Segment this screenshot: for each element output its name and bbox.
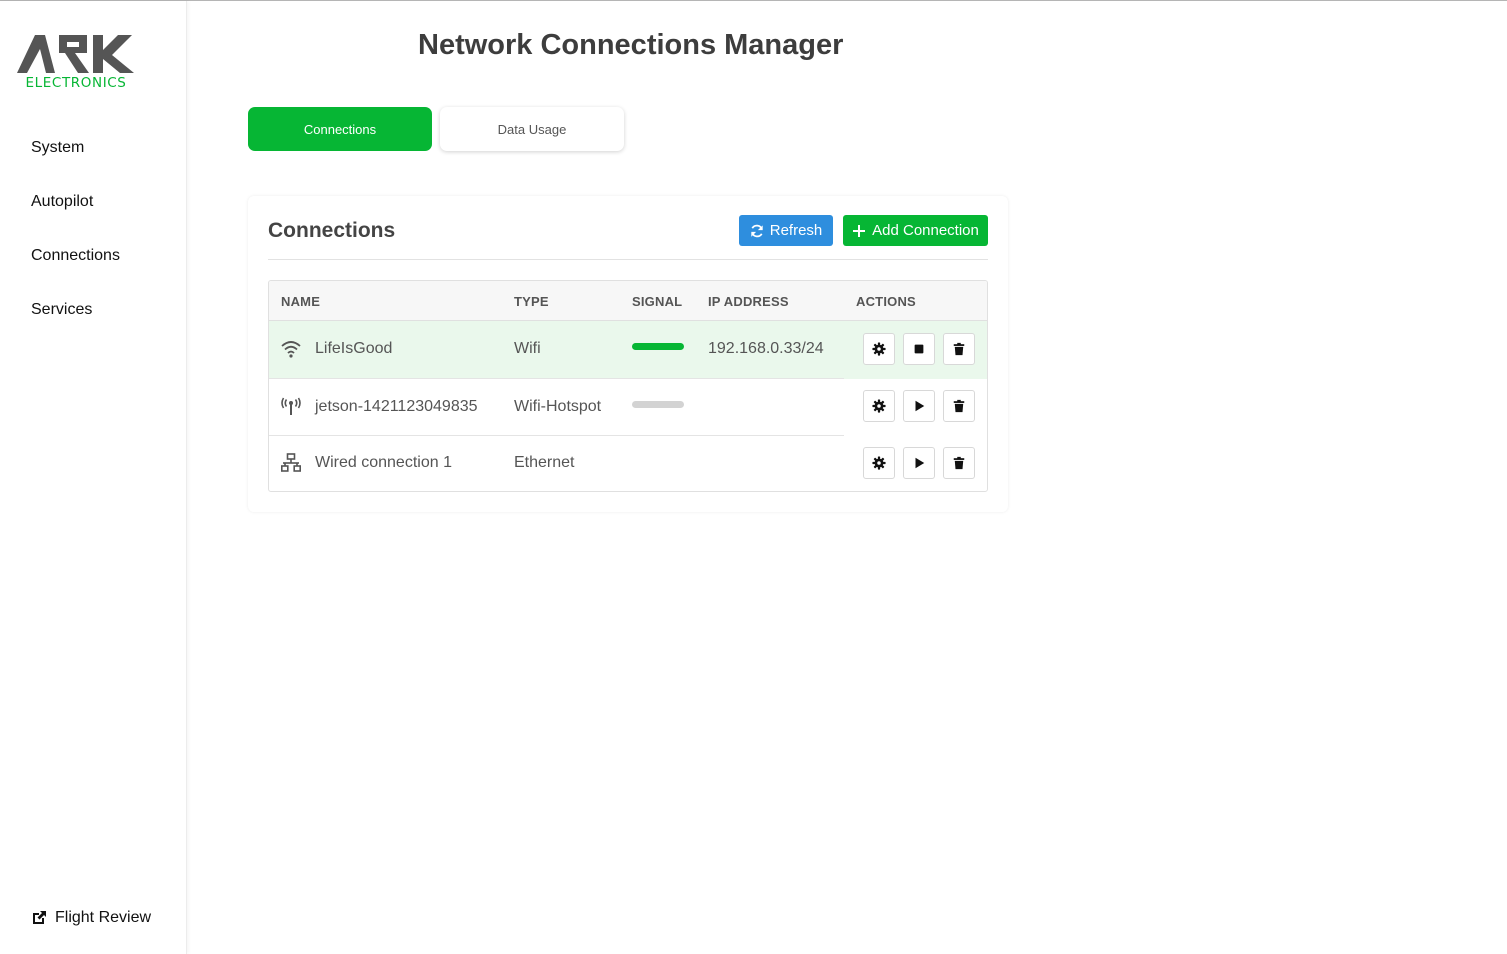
connections-panel: Connections Refresh Add Connection NAME … (248, 196, 1008, 512)
tab-bar: Connections Data Usage (248, 107, 624, 151)
trash-icon (953, 342, 965, 356)
connection-type: Wifi-Hotspot (514, 398, 602, 415)
signal-bar (632, 401, 684, 408)
stop-button[interactable] (903, 333, 935, 365)
wifi-icon (281, 341, 301, 358)
flight-review-label: Flight Review (55, 909, 152, 926)
tab-connections[interactable]: Connections (248, 107, 432, 151)
gear-icon (872, 342, 886, 356)
add-connection-label: Add Connection (872, 222, 979, 239)
gear-icon (872, 456, 886, 470)
sidebar-item-services[interactable]: Services (0, 283, 187, 337)
trash-icon (953, 399, 965, 413)
connection-type: Wifi (514, 340, 541, 357)
connections-table: NAME TYPE SIGNAL IP ADDRESS ACTIONS Life… (268, 280, 988, 492)
flight-review-link[interactable]: Flight Review (31, 909, 151, 927)
connection-name: Wired connection 1 (315, 454, 452, 471)
tab-data-usage[interactable]: Data Usage (440, 107, 624, 151)
panel-header: Connections Refresh Add Connection (268, 215, 988, 260)
settings-button[interactable] (863, 333, 895, 365)
table-row: LifeIsGood Wifi 192.168.0.33/24 (269, 321, 987, 379)
stop-icon (914, 344, 924, 354)
sidebar-item-autopilot[interactable]: Autopilot (0, 175, 187, 229)
plus-icon (853, 224, 866, 237)
table-row: Wired connection 1 Ethernet (269, 436, 987, 491)
play-icon (915, 400, 925, 412)
delete-button[interactable] (943, 447, 975, 479)
column-header-name: NAME (281, 294, 321, 309)
column-header-actions: ACTIONS (856, 294, 916, 309)
sidebar-item-connections[interactable]: Connections (0, 229, 187, 283)
delete-button[interactable] (943, 390, 975, 422)
connection-name: LifeIsGood (315, 340, 393, 357)
gear-icon (872, 399, 886, 413)
panel-title: Connections (268, 219, 396, 242)
external-link-icon (33, 911, 46, 924)
sidebar-nav: System Autopilot Connections Services (0, 121, 187, 337)
logo-subtext: ELECTRONICS (25, 75, 127, 91)
sidebar-item-system[interactable]: System (0, 121, 187, 175)
column-header-signal: SIGNAL (632, 294, 683, 309)
sidebar: ELECTRONICS System Autopilot Connections… (0, 1, 187, 954)
connection-type: Ethernet (514, 454, 575, 471)
connection-name: jetson-1421123049835 (315, 398, 478, 415)
play-icon (915, 457, 925, 469)
refresh-icon (751, 224, 763, 237)
table-row: jetson-1421123049835 Wifi-Hotspot (269, 379, 987, 436)
ark-electronics-logo[interactable]: ELECTRONICS (15, 33, 137, 91)
table-header: NAME TYPE SIGNAL IP ADDRESS ACTIONS (269, 281, 987, 321)
signal-bar (632, 343, 684, 350)
add-connection-button[interactable]: Add Connection (843, 215, 988, 246)
refresh-label: Refresh (769, 222, 823, 239)
settings-button[interactable] (863, 447, 895, 479)
column-header-type: TYPE (514, 294, 549, 309)
hotspot-icon (281, 397, 301, 415)
column-header-ip: IP ADDRESS (708, 294, 789, 309)
page-title: Network Connections Manager (418, 29, 844, 61)
connection-ip: 192.168.0.33/24 (708, 340, 824, 357)
refresh-button[interactable]: Refresh (739, 215, 833, 246)
ethernet-icon (281, 453, 301, 472)
delete-button[interactable] (943, 333, 975, 365)
trash-icon (953, 456, 965, 470)
ark-logo-icon (17, 35, 134, 73)
start-button[interactable] (903, 447, 935, 479)
settings-button[interactable] (863, 390, 895, 422)
start-button[interactable] (903, 390, 935, 422)
